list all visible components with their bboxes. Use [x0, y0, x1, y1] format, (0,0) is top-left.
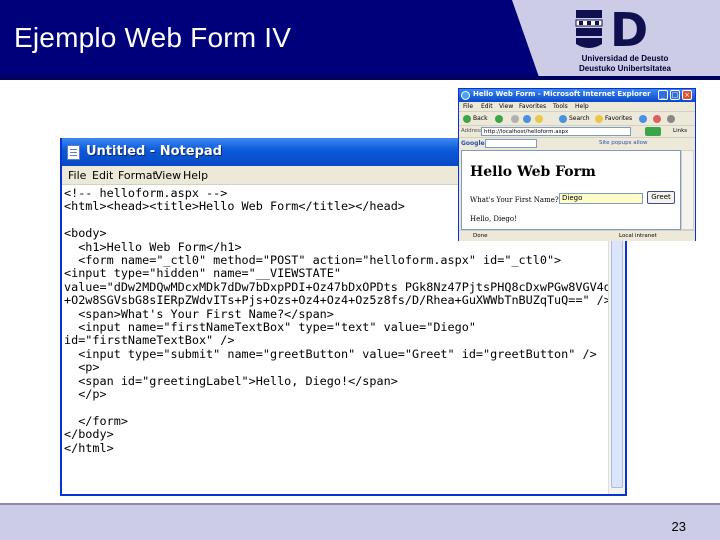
notepad-menu-help[interactable]: Help — [183, 169, 208, 182]
notepad-document-icon — [67, 145, 80, 160]
greet-button[interactable]: Greet — [647, 191, 675, 204]
ie-google-toolbar: Google Site popups allow — [459, 137, 695, 149]
ie-scrollbar[interactable] — [681, 150, 694, 230]
ie-menu-edit[interactable]: Edit — [481, 103, 493, 110]
notepad-title: Untitled - Notepad — [86, 144, 222, 159]
ie-close-icon[interactable]: × — [682, 90, 692, 100]
ie-address-bar: Address http://localhost/helloform.aspx … — [459, 125, 695, 137]
ie-menubar: File Edit View Favorites Tools Help — [459, 102, 695, 111]
back-arrow-icon[interactable] — [463, 115, 471, 123]
notepad-menu-edit[interactable]: Edit — [92, 169, 113, 182]
logo-name-line2: Deustuko Unibertsitatea — [578, 64, 672, 73]
ie-menu-file[interactable]: File — [463, 103, 473, 110]
stop-icon[interactable] — [511, 115, 519, 123]
mail-icon[interactable] — [653, 115, 661, 123]
ie-google-popups-label[interactable]: Site popups allow — [599, 140, 648, 146]
logo-name-line1: Universidad de Deusto — [581, 54, 669, 63]
ie-favorites-label[interactable]: Favorites — [605, 115, 632, 122]
refresh-icon[interactable] — [523, 115, 531, 123]
ie-maximize-icon[interactable]: □ — [670, 90, 680, 100]
ie-globe-icon — [461, 91, 470, 100]
ie-menu-favorites[interactable]: Favorites — [519, 103, 546, 110]
ie-minimize-icon[interactable]: _ — [658, 90, 668, 100]
ie-menu-view[interactable]: View — [499, 103, 513, 110]
go-arrow-icon[interactable] — [645, 127, 661, 136]
favorites-star-icon[interactable] — [595, 115, 603, 123]
ie-menu-tools[interactable]: Tools — [553, 103, 568, 110]
slide-title: Ejemplo Web Form IV — [14, 22, 292, 53]
ie-page-heading: Hello Web Form — [470, 164, 596, 180]
ie-titlebar[interactable]: Hello Web Form - Microsoft Internet Expl… — [459, 89, 695, 102]
ie-page-content: Hello Web Form What's Your First Name? D… — [461, 150, 681, 230]
notepad-menu-format[interactable]: Format — [118, 169, 157, 182]
ie-status-done: Done — [473, 233, 488, 239]
ie-status-bar: Done Local intranet — [459, 230, 695, 241]
history-icon[interactable] — [639, 115, 647, 123]
ie-menu-help[interactable]: Help — [575, 103, 589, 110]
google-logo: Google — [461, 140, 485, 147]
ie-window: Hello Web Form - Microsoft Internet Expl… — [458, 88, 696, 241]
ie-toolbar: Back Search Favorites — [459, 111, 695, 125]
forward-arrow-icon[interactable] — [495, 115, 503, 123]
print-icon[interactable] — [667, 115, 675, 123]
ie-status-zone: Local intranet — [619, 233, 657, 239]
ie-back-label[interactable]: Back — [473, 115, 488, 122]
notepad-menu-file[interactable]: File — [68, 169, 86, 182]
ie-address-input[interactable]: http://localhost/helloform.aspx — [481, 127, 631, 136]
first-name-input[interactable]: Diego — [559, 193, 643, 204]
ie-address-label: Address — [461, 128, 483, 134]
search-icon[interactable] — [559, 115, 567, 123]
ie-title: Hello Web Form - Microsoft Internet Expl… — [473, 90, 651, 98]
header-divider — [0, 76, 720, 80]
ie-search-label[interactable]: Search — [569, 115, 590, 122]
greeting-label: Hello, Diego! — [470, 215, 517, 223]
crest-icon — [575, 10, 603, 48]
logo-letter: D — [610, 4, 648, 57]
home-icon[interactable] — [535, 115, 543, 123]
notepad-menu-view[interactable]: View — [155, 169, 181, 182]
ie-links-label[interactable]: Links — [673, 128, 687, 134]
google-search-input[interactable] — [485, 139, 537, 148]
slide-footer: 23 — [0, 505, 720, 540]
ie-first-name-question: What's Your First Name? — [470, 196, 559, 204]
slide: Ejemplo Web Form IV D Universidad de Deu… — [0, 0, 720, 540]
page-number: 23 — [671, 519, 686, 534]
